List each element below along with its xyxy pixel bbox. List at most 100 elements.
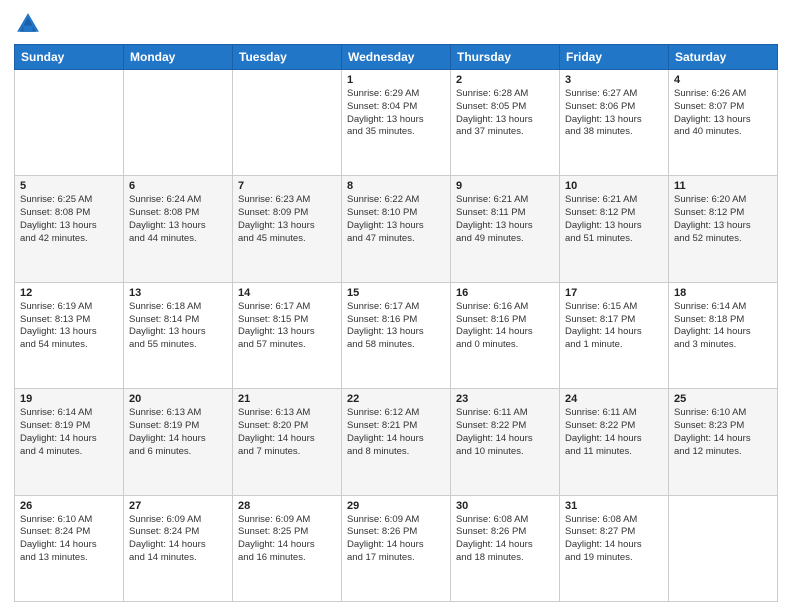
day-number: 8 xyxy=(347,180,445,192)
day-number: 26 xyxy=(20,500,118,512)
day-number: 17 xyxy=(565,287,663,299)
day-info: Sunrise: 6:11 AMSunset: 8:22 PMDaylight:… xyxy=(565,407,663,458)
day-number: 14 xyxy=(238,287,336,299)
calendar-cell: 27 Sunrise: 6:09 AMSunset: 8:24 PMDayligh… xyxy=(124,495,233,601)
calendar-cell: 2 Sunrise: 6:28 AMSunset: 8:05 PMDaylight… xyxy=(451,70,560,176)
day-info: Sunrise: 6:24 AMSunset: 8:08 PMDaylight:… xyxy=(129,194,227,245)
day-info: Sunrise: 6:10 AMSunset: 8:23 PMDaylight:… xyxy=(674,407,772,458)
calendar-cell: 8 Sunrise: 6:22 AMSunset: 8:10 PMDaylight… xyxy=(342,176,451,282)
day-number: 11 xyxy=(674,180,772,192)
calendar-week-1: 1Sunrise: 6:29 AMSunset: 8:04 PMDaylight… xyxy=(15,70,778,176)
calendar-cell: 3 Sunrise: 6:27 AMSunset: 8:06 PMDaylight… xyxy=(560,70,669,176)
calendar-cell: 28 Sunrise: 6:09 AMSunset: 8:25 PMDayligh… xyxy=(233,495,342,601)
day-number: 20 xyxy=(129,393,227,405)
calendar-cell: 16Sunrise: 6:16 AMSunset: 8:16 PMDayligh… xyxy=(451,282,560,388)
day-info: Sunrise: 6:09 AMSunset: 8:26 PMDaylight:… xyxy=(347,514,445,565)
day-info: Sunrise: 6:09 AMSunset: 8:25 PMDaylight:… xyxy=(238,514,336,565)
weekday-header-row: SundayMondayTuesdayWednesdayThursdayFrid… xyxy=(15,45,778,70)
day-number: 18 xyxy=(674,287,772,299)
calendar-table: SundayMondayTuesdayWednesdayThursdayFrid… xyxy=(14,44,778,602)
day-info: Sunrise: 6:18 AMSunset: 8:14 PMDaylight:… xyxy=(129,301,227,352)
day-number: 25 xyxy=(674,393,772,405)
day-number: 9 xyxy=(456,180,554,192)
day-number: 7 xyxy=(238,180,336,192)
calendar-cell: 24 Sunrise: 6:11 AMSunset: 8:22 PMDayligh… xyxy=(560,389,669,495)
day-number: 13 xyxy=(129,287,227,299)
day-info: Sunrise: 6:23 AMSunset: 8:09 PMDaylight:… xyxy=(238,194,336,245)
calendar-week-2: 5 Sunrise: 6:25 AMSunset: 8:08 PMDaylight… xyxy=(15,176,778,282)
calendar-cell xyxy=(15,70,124,176)
day-number: 22 xyxy=(347,393,445,405)
day-info: Sunrise: 6:20 AMSunset: 8:12 PMDaylight:… xyxy=(674,194,772,245)
calendar-cell: 15 Sunrise: 6:17 AMSunset: 8:16 PMDayligh… xyxy=(342,282,451,388)
calendar-cell: 29Sunrise: 6:09 AMSunset: 8:26 PMDayligh… xyxy=(342,495,451,601)
day-info: Sunrise: 6:09 AMSunset: 8:24 PMDaylight:… xyxy=(129,514,227,565)
day-info: Sunrise: 6:28 AMSunset: 8:05 PMDaylight:… xyxy=(456,88,554,139)
header xyxy=(14,10,778,38)
logo xyxy=(14,10,44,38)
day-info: Sunrise: 6:19 AMSunset: 8:13 PMDaylight:… xyxy=(20,301,118,352)
weekday-header-monday: Monday xyxy=(124,45,233,70)
calendar-cell: 4 Sunrise: 6:26 AMSunset: 8:07 PMDaylight… xyxy=(669,70,778,176)
logo-icon xyxy=(14,10,42,38)
day-number: 1 xyxy=(347,74,445,86)
weekday-header-sunday: Sunday xyxy=(15,45,124,70)
calendar-cell: 31 Sunrise: 6:08 AMSunset: 8:27 PMDayligh… xyxy=(560,495,669,601)
day-number: 28 xyxy=(238,500,336,512)
calendar-cell xyxy=(233,70,342,176)
calendar-cell: 23Sunrise: 6:11 AMSunset: 8:22 PMDayligh… xyxy=(451,389,560,495)
weekday-header-thursday: Thursday xyxy=(451,45,560,70)
day-number: 10 xyxy=(565,180,663,192)
calendar-week-4: 19Sunrise: 6:14 AMSunset: 8:19 PMDayligh… xyxy=(15,389,778,495)
calendar-cell: 6 Sunrise: 6:24 AMSunset: 8:08 PMDaylight… xyxy=(124,176,233,282)
page: SundayMondayTuesdayWednesdayThursdayFrid… xyxy=(0,0,792,612)
day-number: 5 xyxy=(20,180,118,192)
day-number: 3 xyxy=(565,74,663,86)
weekday-header-friday: Friday xyxy=(560,45,669,70)
day-number: 12 xyxy=(20,287,118,299)
calendar-cell: 5 Sunrise: 6:25 AMSunset: 8:08 PMDaylight… xyxy=(15,176,124,282)
calendar-cell: 21 Sunrise: 6:13 AMSunset: 8:20 PMDayligh… xyxy=(233,389,342,495)
day-info: Sunrise: 6:21 AMSunset: 8:12 PMDaylight:… xyxy=(565,194,663,245)
day-number: 6 xyxy=(129,180,227,192)
calendar-cell: 20Sunrise: 6:13 AMSunset: 8:19 PMDayligh… xyxy=(124,389,233,495)
weekday-header-saturday: Saturday xyxy=(669,45,778,70)
day-info: Sunrise: 6:15 AMSunset: 8:17 PMDaylight:… xyxy=(565,301,663,352)
calendar-cell: 10 Sunrise: 6:21 AMSunset: 8:12 PMDayligh… xyxy=(560,176,669,282)
calendar-cell: 14 Sunrise: 6:17 AMSunset: 8:15 PMDayligh… xyxy=(233,282,342,388)
day-number: 31 xyxy=(565,500,663,512)
day-info: Sunrise: 6:21 AMSunset: 8:11 PMDaylight:… xyxy=(456,194,554,245)
weekday-header-wednesday: Wednesday xyxy=(342,45,451,70)
calendar-cell: 30Sunrise: 6:08 AMSunset: 8:26 PMDayligh… xyxy=(451,495,560,601)
calendar-week-5: 26 Sunrise: 6:10 AMSunset: 8:24 PMDayligh… xyxy=(15,495,778,601)
day-number: 4 xyxy=(674,74,772,86)
day-info: Sunrise: 6:08 AMSunset: 8:27 PMDaylight:… xyxy=(565,514,663,565)
day-info: Sunrise: 6:10 AMSunset: 8:24 PMDaylight:… xyxy=(20,514,118,565)
day-number: 21 xyxy=(238,393,336,405)
calendar-cell: 12 Sunrise: 6:19 AMSunset: 8:13 PMDayligh… xyxy=(15,282,124,388)
day-number: 2 xyxy=(456,74,554,86)
day-info: Sunrise: 6:17 AMSunset: 8:16 PMDaylight:… xyxy=(347,301,445,352)
calendar-cell: 22 Sunrise: 6:12 AMSunset: 8:21 PMDayligh… xyxy=(342,389,451,495)
day-info: Sunrise: 6:17 AMSunset: 8:15 PMDaylight:… xyxy=(238,301,336,352)
day-number: 15 xyxy=(347,287,445,299)
day-info: Sunrise: 6:22 AMSunset: 8:10 PMDaylight:… xyxy=(347,194,445,245)
calendar-cell: 19Sunrise: 6:14 AMSunset: 8:19 PMDayligh… xyxy=(15,389,124,495)
calendar-cell xyxy=(669,495,778,601)
day-info: Sunrise: 6:26 AMSunset: 8:07 PMDaylight:… xyxy=(674,88,772,139)
day-info: Sunrise: 6:11 AMSunset: 8:22 PMDaylight:… xyxy=(456,407,554,458)
calendar-week-3: 12 Sunrise: 6:19 AMSunset: 8:13 PMDayligh… xyxy=(15,282,778,388)
calendar-cell: 7 Sunrise: 6:23 AMSunset: 8:09 PMDaylight… xyxy=(233,176,342,282)
calendar-cell: 11 Sunrise: 6:20 AMSunset: 8:12 PMDayligh… xyxy=(669,176,778,282)
day-info: Sunrise: 6:27 AMSunset: 8:06 PMDaylight:… xyxy=(565,88,663,139)
calendar-cell: 18Sunrise: 6:14 AMSunset: 8:18 PMDayligh… xyxy=(669,282,778,388)
day-info: Sunrise: 6:13 AMSunset: 8:20 PMDaylight:… xyxy=(238,407,336,458)
day-info: Sunrise: 6:12 AMSunset: 8:21 PMDaylight:… xyxy=(347,407,445,458)
day-info: Sunrise: 6:25 AMSunset: 8:08 PMDaylight:… xyxy=(20,194,118,245)
day-number: 24 xyxy=(565,393,663,405)
calendar-cell xyxy=(124,70,233,176)
calendar-cell: 13 Sunrise: 6:18 AMSunset: 8:14 PMDayligh… xyxy=(124,282,233,388)
day-number: 16 xyxy=(456,287,554,299)
calendar-cell: 17 Sunrise: 6:15 AMSunset: 8:17 PMDayligh… xyxy=(560,282,669,388)
day-number: 27 xyxy=(129,500,227,512)
